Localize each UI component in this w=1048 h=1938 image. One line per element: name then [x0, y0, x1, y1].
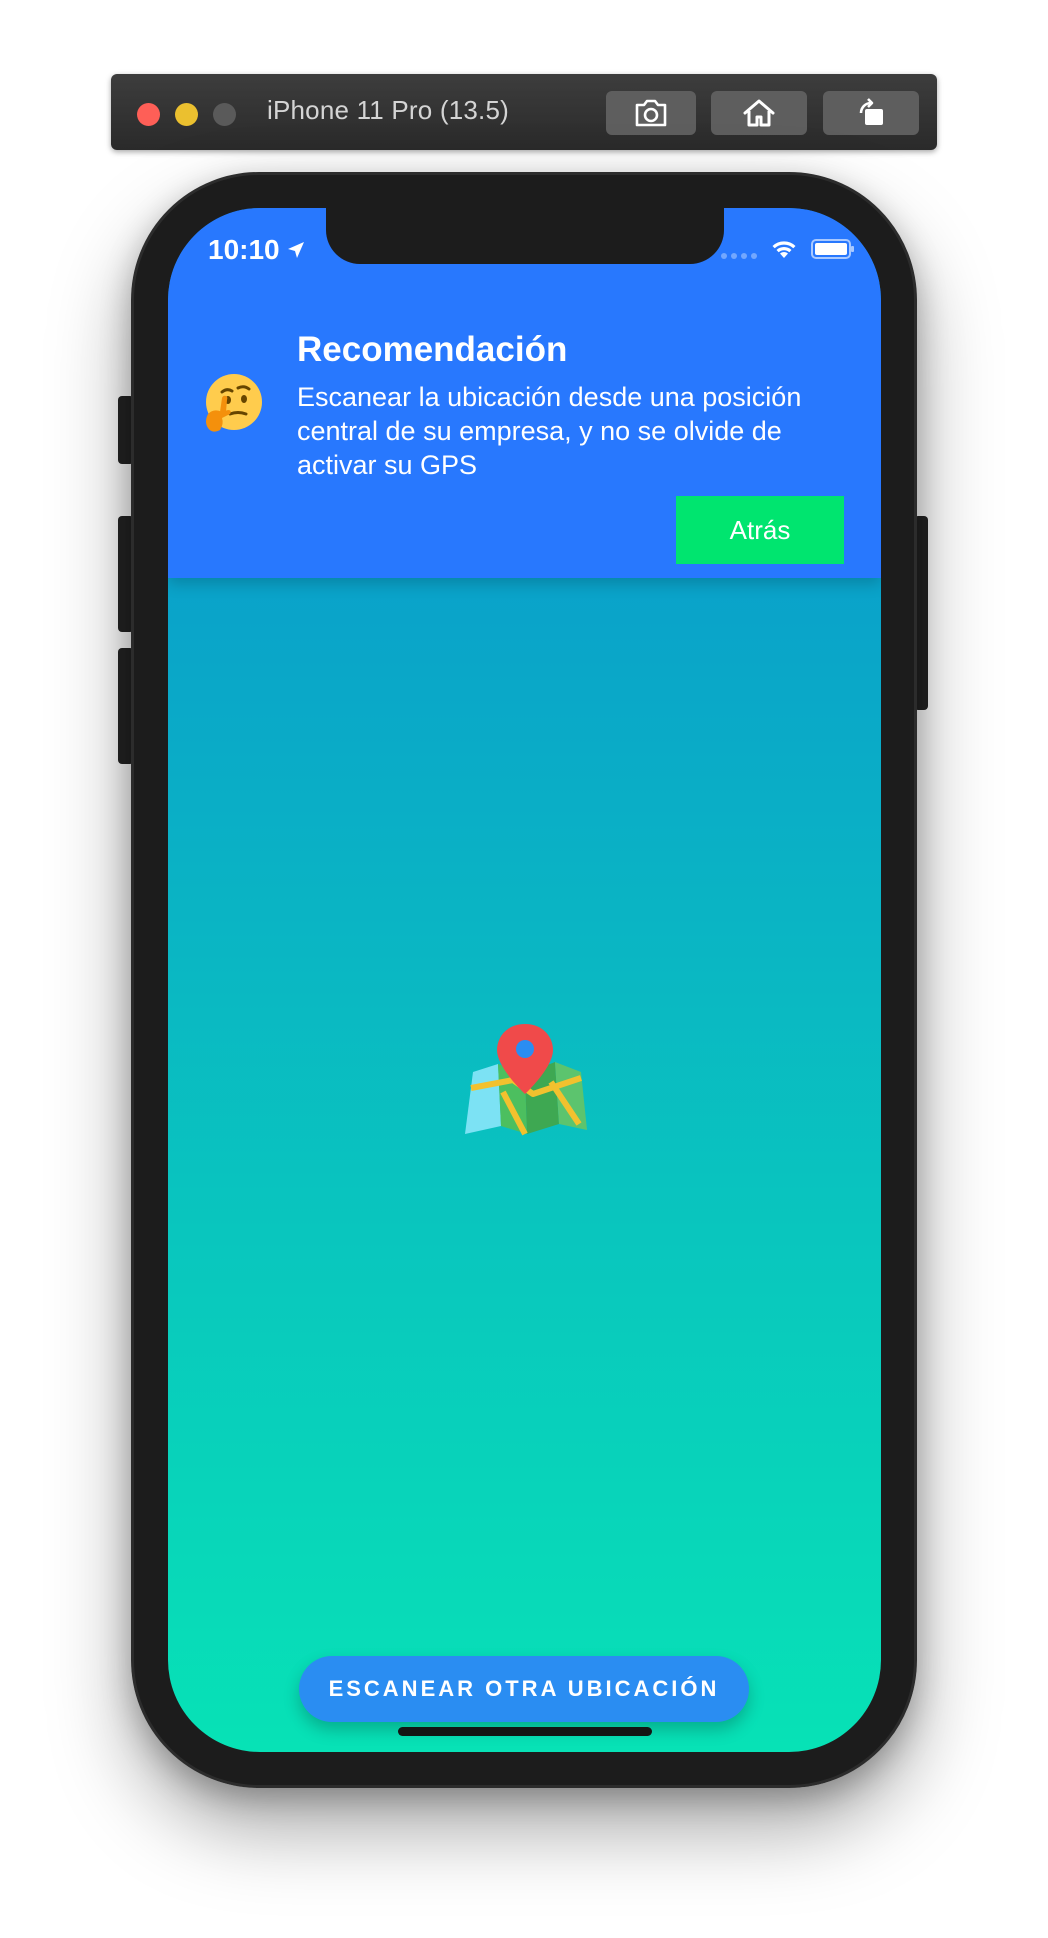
map-pin-icon	[465, 1024, 587, 1136]
battery-icon	[811, 239, 854, 259]
window-minimize-button[interactable]	[175, 103, 198, 126]
notch	[326, 208, 724, 264]
simulator-title: iPhone 11 Pro (13.5)	[267, 95, 509, 125]
scan-another-location-button[interactable]: ESCANEAR OTRA UBICACIÓN	[299, 1656, 749, 1722]
back-button[interactable]: Atrás	[676, 496, 844, 564]
screenshot-button[interactable]	[606, 91, 696, 135]
status-time: 10:10	[208, 234, 306, 266]
status-time-label: 10:10	[208, 234, 280, 265]
home-icon	[743, 99, 775, 127]
home-indicator[interactable]	[398, 1727, 652, 1736]
window-close-button[interactable]	[137, 103, 160, 126]
location-arrow-icon	[287, 242, 304, 258]
recommendation-title: Recomendación	[297, 330, 568, 369]
status-icons	[721, 238, 855, 260]
recommendation-text: Escanear la ubicación desde una posición…	[297, 382, 802, 480]
rotate-icon	[859, 98, 883, 125]
signal-icon	[721, 239, 757, 259]
home-button[interactable]	[711, 91, 807, 135]
screenshot-icon	[635, 99, 667, 127]
window-zoom-button[interactable]	[213, 103, 236, 126]
rotate-button[interactable]	[823, 91, 919, 135]
wifi-icon	[772, 241, 796, 258]
thinking-face-icon	[206, 374, 262, 432]
phone-screen: 10:10 Recomendación Escanear la ubicació…	[168, 208, 881, 1752]
recommendation-banner: 10:10 Recomendación Escanear la ubicació…	[168, 208, 881, 578]
simulator-toolbar: iPhone 11 Pro (13.5)	[111, 74, 937, 150]
